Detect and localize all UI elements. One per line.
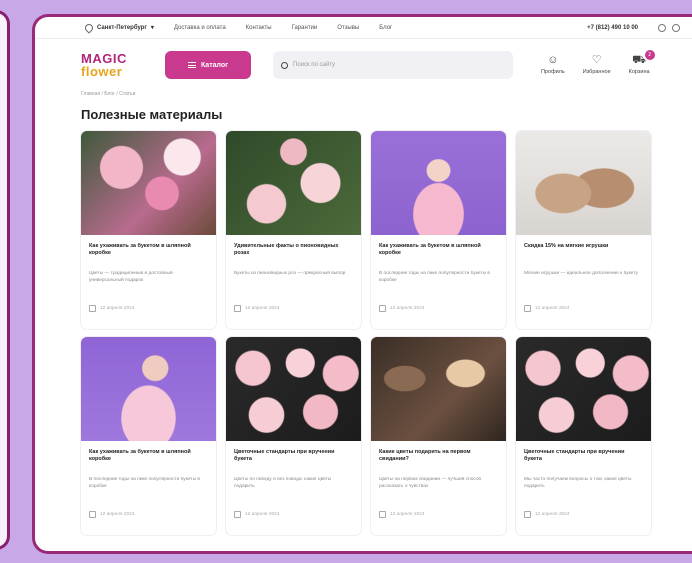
top-link-contacts[interactable]: Контакты [246, 25, 272, 31]
favorites-label: Избранное [582, 69, 611, 75]
top-link-delivery[interactable]: Доставка и оплата [174, 25, 226, 31]
article-date: 12 апреля 2024 [535, 512, 570, 517]
article-date: 12 апреля 2024 [100, 306, 135, 311]
article-date: 12 апреля 2024 [535, 306, 570, 311]
browser-frame: Санкт-Петербург ▾ Доставка и оплата Конт… [32, 14, 692, 554]
article-image [226, 131, 361, 235]
user-icon: ☺ [547, 54, 559, 66]
article-image [371, 131, 506, 235]
article-card[interactable]: Цветочные стандарты при вручении букета … [516, 337, 651, 535]
profile-link[interactable]: ☺ Профиль [541, 54, 565, 76]
article-date: 12 апреля 2024 [390, 306, 425, 311]
top-link-blog[interactable]: Блог [379, 25, 392, 31]
whatsapp-icon[interactable] [658, 23, 666, 32]
previous-slide-frame [0, 10, 10, 550]
calendar-icon [234, 511, 241, 518]
calendar-icon [89, 511, 96, 518]
heart-icon: ♡ [591, 54, 602, 66]
chevron-down-icon: ▾ [150, 25, 154, 31]
messenger-icons [658, 23, 680, 32]
articles-grid: Как ухаживать за букетом в шляпной короб… [35, 131, 692, 535]
article-title: Цветочные стандарты при вручении букета [234, 449, 335, 463]
catalog-button-label: Каталог [200, 61, 229, 69]
search-icon [281, 61, 288, 69]
article-image [81, 131, 216, 235]
article-title: Как ухаживать за букетом в шляпной короб… [379, 243, 481, 257]
top-bar: Санкт-Петербург ▾ Доставка и оплата Конт… [35, 17, 692, 39]
calendar-icon [234, 305, 241, 312]
article-excerpt: Мягкие игрушки — идеальное дополнение к … [524, 271, 638, 276]
article-image [226, 337, 361, 441]
search-input[interactable]: Поиск по сайту [273, 51, 513, 79]
top-link-guarantees[interactable]: Гарантии [292, 25, 318, 31]
article-excerpt: Цветы — традиционный и достойный универс… [89, 271, 173, 283]
article-title: Скидка 15% на мягкие игрушки [524, 243, 609, 249]
top-link-reviews[interactable]: Отзывы [337, 25, 359, 31]
header-nav: ☺ Профиль ♡ Избранное ⛟ 2 Корзина [541, 50, 655, 76]
main-header: MAGIC flower Каталог Поиск по сайту ☺ Пр… [35, 39, 692, 91]
article-image [516, 131, 651, 235]
article-title: Как ухаживать за букетом в шляпной короб… [89, 449, 191, 463]
article-card[interactable]: Удивительные факты о пионовидных розах Б… [226, 131, 361, 329]
logo-line-2: flower [81, 64, 123, 79]
article-excerpt: В последние годы на пике популярности бу… [89, 477, 200, 489]
profile-label: Профиль [541, 69, 565, 75]
phone-number[interactable]: +7 (812) 490 10 00 [587, 25, 638, 31]
city-selector[interactable]: Санкт-Петербург ▾ [83, 21, 154, 34]
search-placeholder: Поиск по сайту [293, 62, 336, 68]
calendar-icon [379, 511, 386, 518]
article-card[interactable]: Как ухаживать за букетом в шляпной короб… [81, 337, 216, 535]
article-date: 12 апреля 2024 [245, 306, 280, 311]
telegram-icon[interactable] [672, 23, 680, 32]
article-date: 12 апреля 2024 [390, 512, 425, 517]
article-date: 12 апреля 2024 [245, 512, 280, 517]
favorites-link[interactable]: ♡ Избранное [582, 54, 611, 76]
cart-label: Корзина [628, 69, 650, 75]
article-card[interactable]: Как ухаживать за букетом в шляпной короб… [371, 131, 506, 329]
cart-link[interactable]: ⛟ 2 Корзина [628, 50, 655, 75]
article-title: Как ухаживать за букетом в шляпной короб… [89, 243, 191, 257]
cart-icon: ⛟ [632, 54, 647, 66]
article-excerpt: Цветы по поводу и без повода: какие цвет… [234, 477, 332, 489]
article-card[interactable]: Цветочные стандарты при вручении букета … [226, 337, 361, 535]
page-title: Полезные материалы [81, 107, 223, 122]
city-label: Санкт-Петербург [97, 24, 147, 31]
calendar-icon [524, 305, 531, 312]
article-image [371, 337, 506, 441]
catalog-button[interactable]: Каталог [165, 51, 251, 79]
article-date: 12 апреля 2024 [100, 512, 135, 517]
article-excerpt: Цветы на первом свидании — лучший способ… [379, 477, 482, 489]
cart-count-badge: 2 [644, 50, 655, 60]
article-card[interactable]: Скидка 15% на мягкие игрушки Мягкие игру… [516, 131, 651, 329]
article-title: Какие цветы подарить на первом свидании? [379, 449, 471, 463]
article-card[interactable]: Какие цветы подарить на первом свидании?… [371, 337, 506, 535]
calendar-icon [379, 305, 386, 312]
location-pin-icon [83, 21, 95, 34]
article-excerpt: Мы часто получаем вопросы о том, какие ц… [524, 477, 632, 489]
article-image [516, 337, 651, 441]
breadcrumb[interactable]: Главная / Блог / Статьи [35, 91, 692, 101]
menu-icon [187, 62, 196, 68]
calendar-icon [89, 305, 96, 312]
calendar-icon [524, 511, 531, 518]
article-card[interactable]: Как ухаживать за букетом в шляпной короб… [81, 131, 216, 329]
article-title: Удивительные факты о пионовидных розах [234, 243, 339, 257]
site-logo[interactable]: MAGIC flower [81, 52, 151, 78]
article-title: Цветочные стандарты при вручении букета [524, 449, 625, 463]
article-excerpt: В последние годы на пике популярности бу… [379, 271, 490, 283]
article-excerpt: Букеты из пионовидных роз — прекрасный в… [234, 271, 346, 276]
article-image [81, 337, 216, 441]
